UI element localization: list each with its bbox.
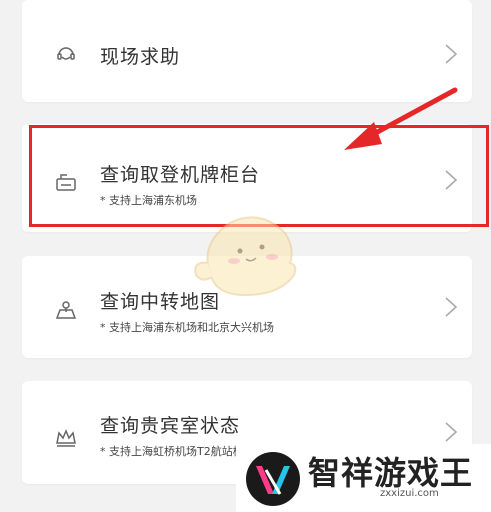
red-arrow-icon	[344, 87, 458, 150]
vip-crown-icon	[54, 425, 78, 449]
brand-logo-icon	[246, 452, 300, 506]
card-title: 查询贵宾室状态	[100, 415, 241, 437]
transfer-map-icon	[54, 298, 78, 322]
mascot-sticker-icon	[194, 216, 297, 297]
watermark-brand: 智祥游戏王 zxxizui.com	[236, 444, 491, 512]
card-title: 现场求助	[100, 46, 181, 68]
help-headset-icon	[54, 42, 78, 66]
chevron-right-icon	[444, 296, 458, 318]
card-subtitle: * 支持上海虹桥机场T2航站楼	[100, 445, 244, 458]
card-subtitle: * 支持上海浦东机场和北京大兴机场	[100, 321, 274, 334]
chevron-right-icon	[444, 43, 458, 65]
brand-url: zxxizui.com	[380, 488, 439, 499]
chevron-right-icon	[444, 421, 458, 443]
